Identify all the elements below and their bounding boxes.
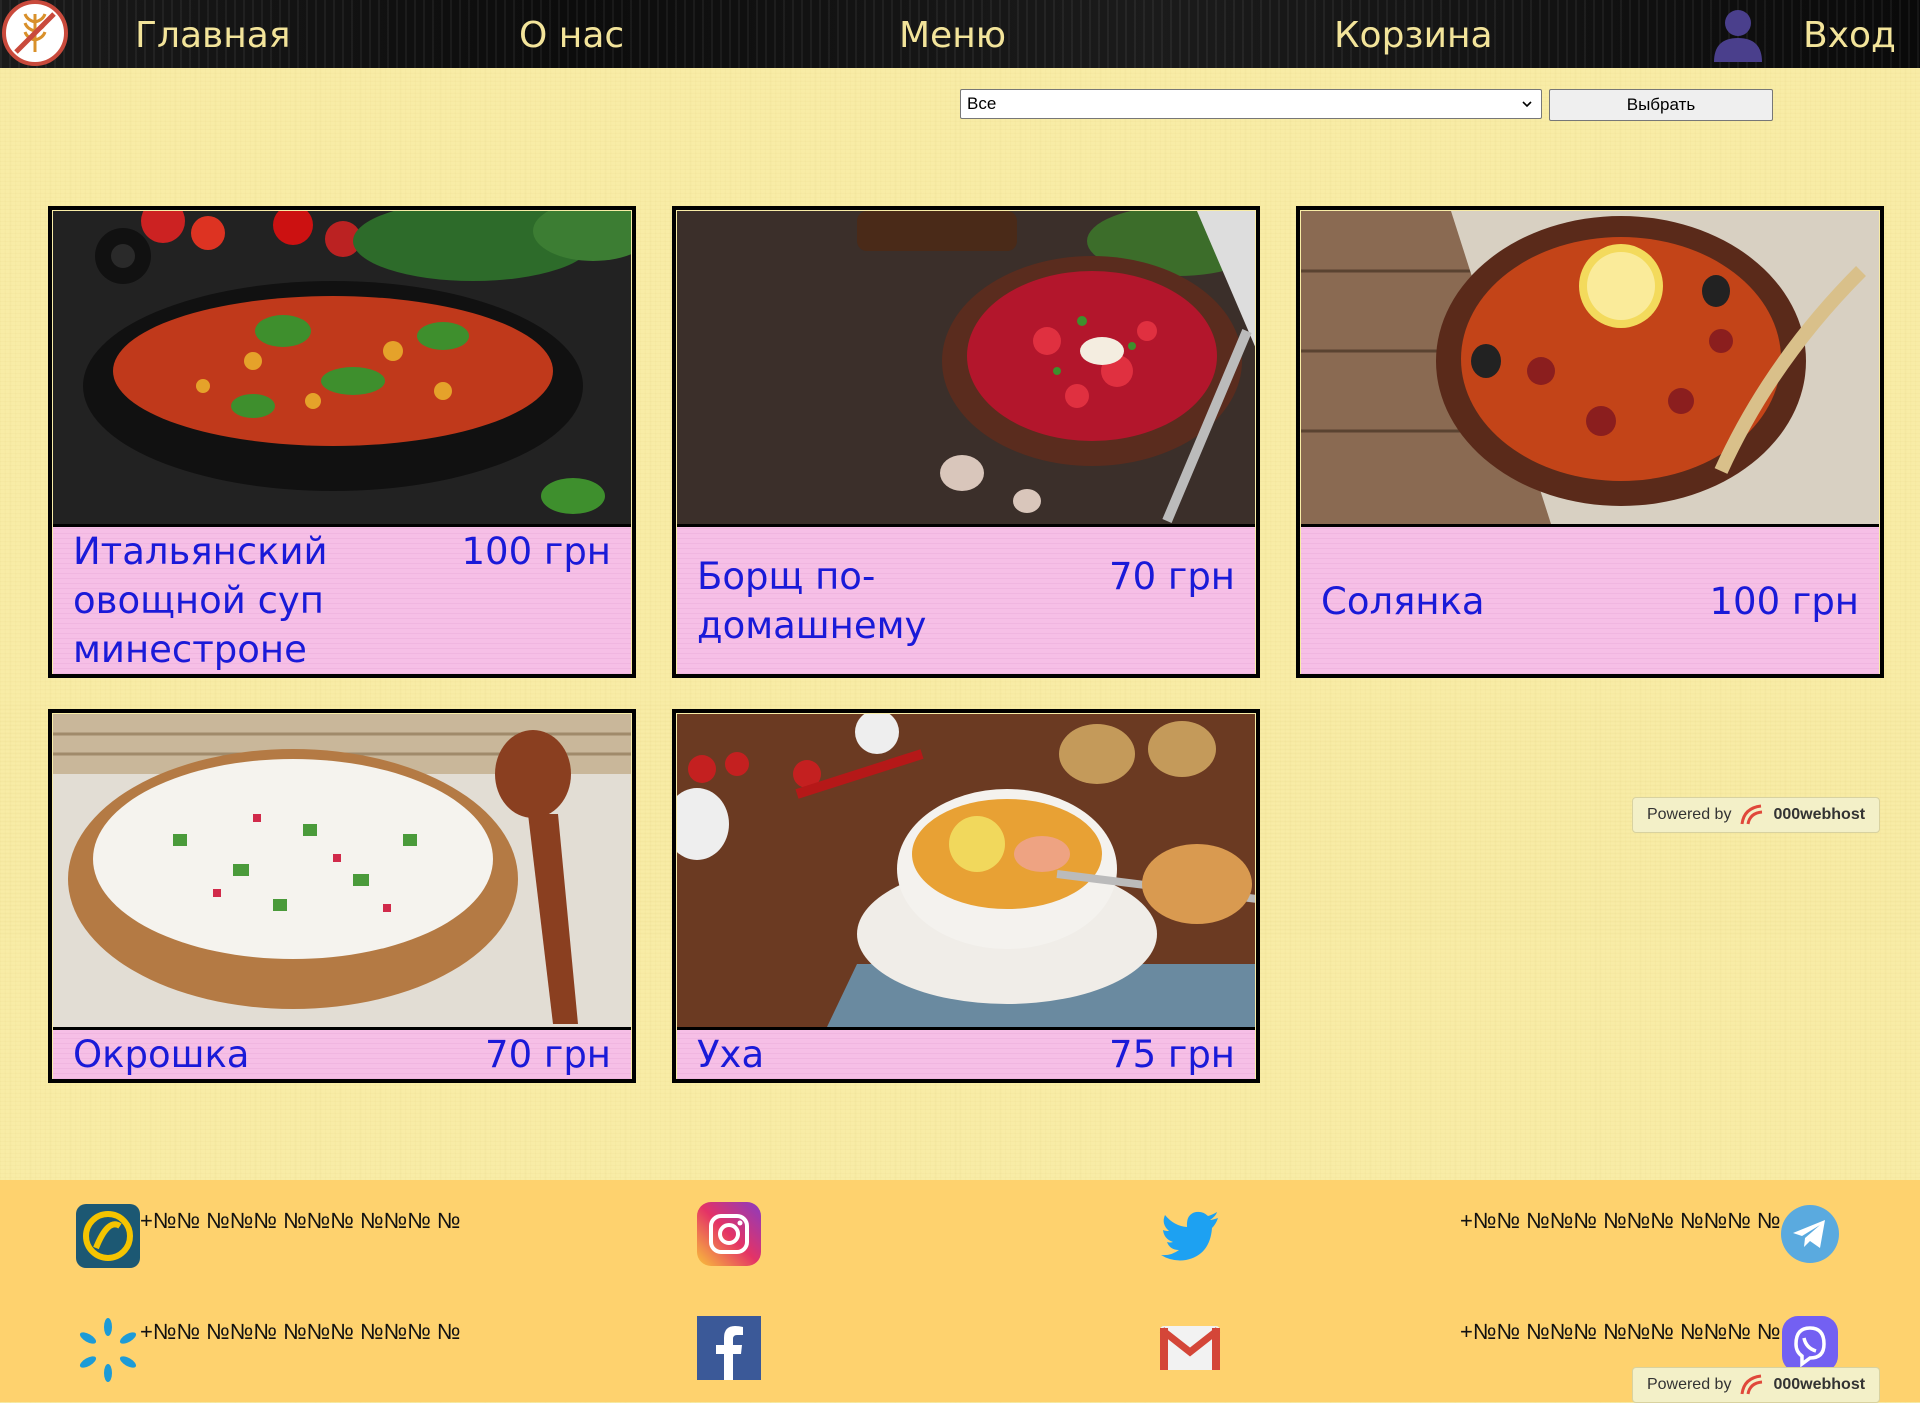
dish-name: Уха <box>697 1033 765 1076</box>
dish-price: 75 грн <box>1109 1033 1235 1076</box>
powered-by-badge[interactable]: Powered by 000webhost <box>1632 797 1880 833</box>
dish-price: 100 грн <box>461 530 612 573</box>
menu-card-info: Уха 75 грн <box>677 1027 1255 1079</box>
minestrone-soup-image <box>53 211 631 524</box>
viber-icon[interactable] <box>1780 1314 1840 1374</box>
powered-brand: 000webhost <box>1773 1376 1866 1393</box>
nav-link-menu[interactable]: Меню <box>899 14 1006 58</box>
nav-link-home[interactable]: Главная <box>135 14 291 58</box>
powered-label: Powered by <box>1646 806 1732 823</box>
chevron-down-icon <box>1522 101 1532 108</box>
menu-card-info: Окрошка 70 грн <box>53 1027 631 1079</box>
category-select-value: Все <box>967 94 997 113</box>
nav-link-about[interactable]: О нас <box>519 14 624 58</box>
facebook-icon[interactable] <box>697 1316 761 1380</box>
menu-card-info: Итальянский овощной суп минестроне 100 г… <box>53 524 631 674</box>
gmail-icon[interactable] <box>1158 1316 1222 1380</box>
webhost-logo-icon <box>1740 1374 1763 1395</box>
dish-name: Итальянский овощной суп минестроне <box>73 530 328 671</box>
borscht-image <box>677 211 1255 524</box>
dish-price: 100 грн <box>1709 580 1860 623</box>
phone-viber[interactable]: +№№ №№№ №№№ №№№ № <box>1460 1317 1790 1346</box>
menu-card-minestrone[interactable]: Итальянский овощной суп минестроне 100 г… <box>48 206 636 678</box>
menu-card-ukha[interactable]: Уха 75 грн <box>672 709 1260 1083</box>
phone-telegram[interactable]: +№№ №№№ №№№ №№№ № <box>1460 1206 1790 1235</box>
menu-card-info: Солянка 100 грн <box>1301 524 1879 674</box>
lifecell-icon[interactable] <box>76 1204 140 1268</box>
powered-by-badge-footer[interactable]: Powered by 000webhost <box>1632 1367 1880 1403</box>
powered-brand: 000webhost <box>1773 806 1866 823</box>
webhost-logo-icon <box>1740 804 1763 825</box>
twitter-icon[interactable] <box>1158 1204 1222 1268</box>
menu-card-borscht[interactable]: Борщ по-домашнему 70 грн <box>672 206 1260 678</box>
top-nav: Главная О нас Меню Корзина Вход <box>0 0 1920 68</box>
dish-price: 70 грн <box>485 1033 611 1076</box>
ukha-image <box>677 714 1255 1027</box>
menu-card-solyanka[interactable]: Солянка 100 грн <box>1296 206 1884 678</box>
telegram-icon[interactable] <box>1780 1204 1840 1264</box>
phone-lifecell[interactable]: +№№ №№№ №№№ №№№ № <box>140 1206 470 1235</box>
menu-card-okroshka[interactable]: Окрошка 70 грн <box>48 709 636 1083</box>
nav-link-cart[interactable]: Корзина <box>1334 14 1493 58</box>
powered-label: Powered by <box>1646 1376 1732 1393</box>
nav-link-login[interactable]: Вход <box>1803 14 1896 58</box>
category-select[interactable]: Все <box>960 89 1542 119</box>
instagram-icon[interactable] <box>697 1202 761 1266</box>
phone-kyivstar[interactable]: +№№ №№№ №№№ №№№ № <box>140 1317 470 1346</box>
no-wheat-logo-icon[interactable] <box>2 0 68 66</box>
dish-name: Борщ по-домашнему <box>697 555 927 647</box>
okroshka-image <box>53 714 631 1027</box>
dish-name: Окрошка <box>73 1033 250 1076</box>
menu-card-info: Борщ по-домашнему 70 грн <box>677 524 1255 674</box>
dish-name: Солянка <box>1321 580 1485 623</box>
kyivstar-icon[interactable] <box>76 1318 140 1382</box>
dish-price: 70 грн <box>1109 555 1235 598</box>
user-icon[interactable] <box>1708 4 1768 64</box>
filter-submit-button[interactable]: Выбрать <box>1549 89 1773 121</box>
solyanka-image <box>1301 211 1879 524</box>
